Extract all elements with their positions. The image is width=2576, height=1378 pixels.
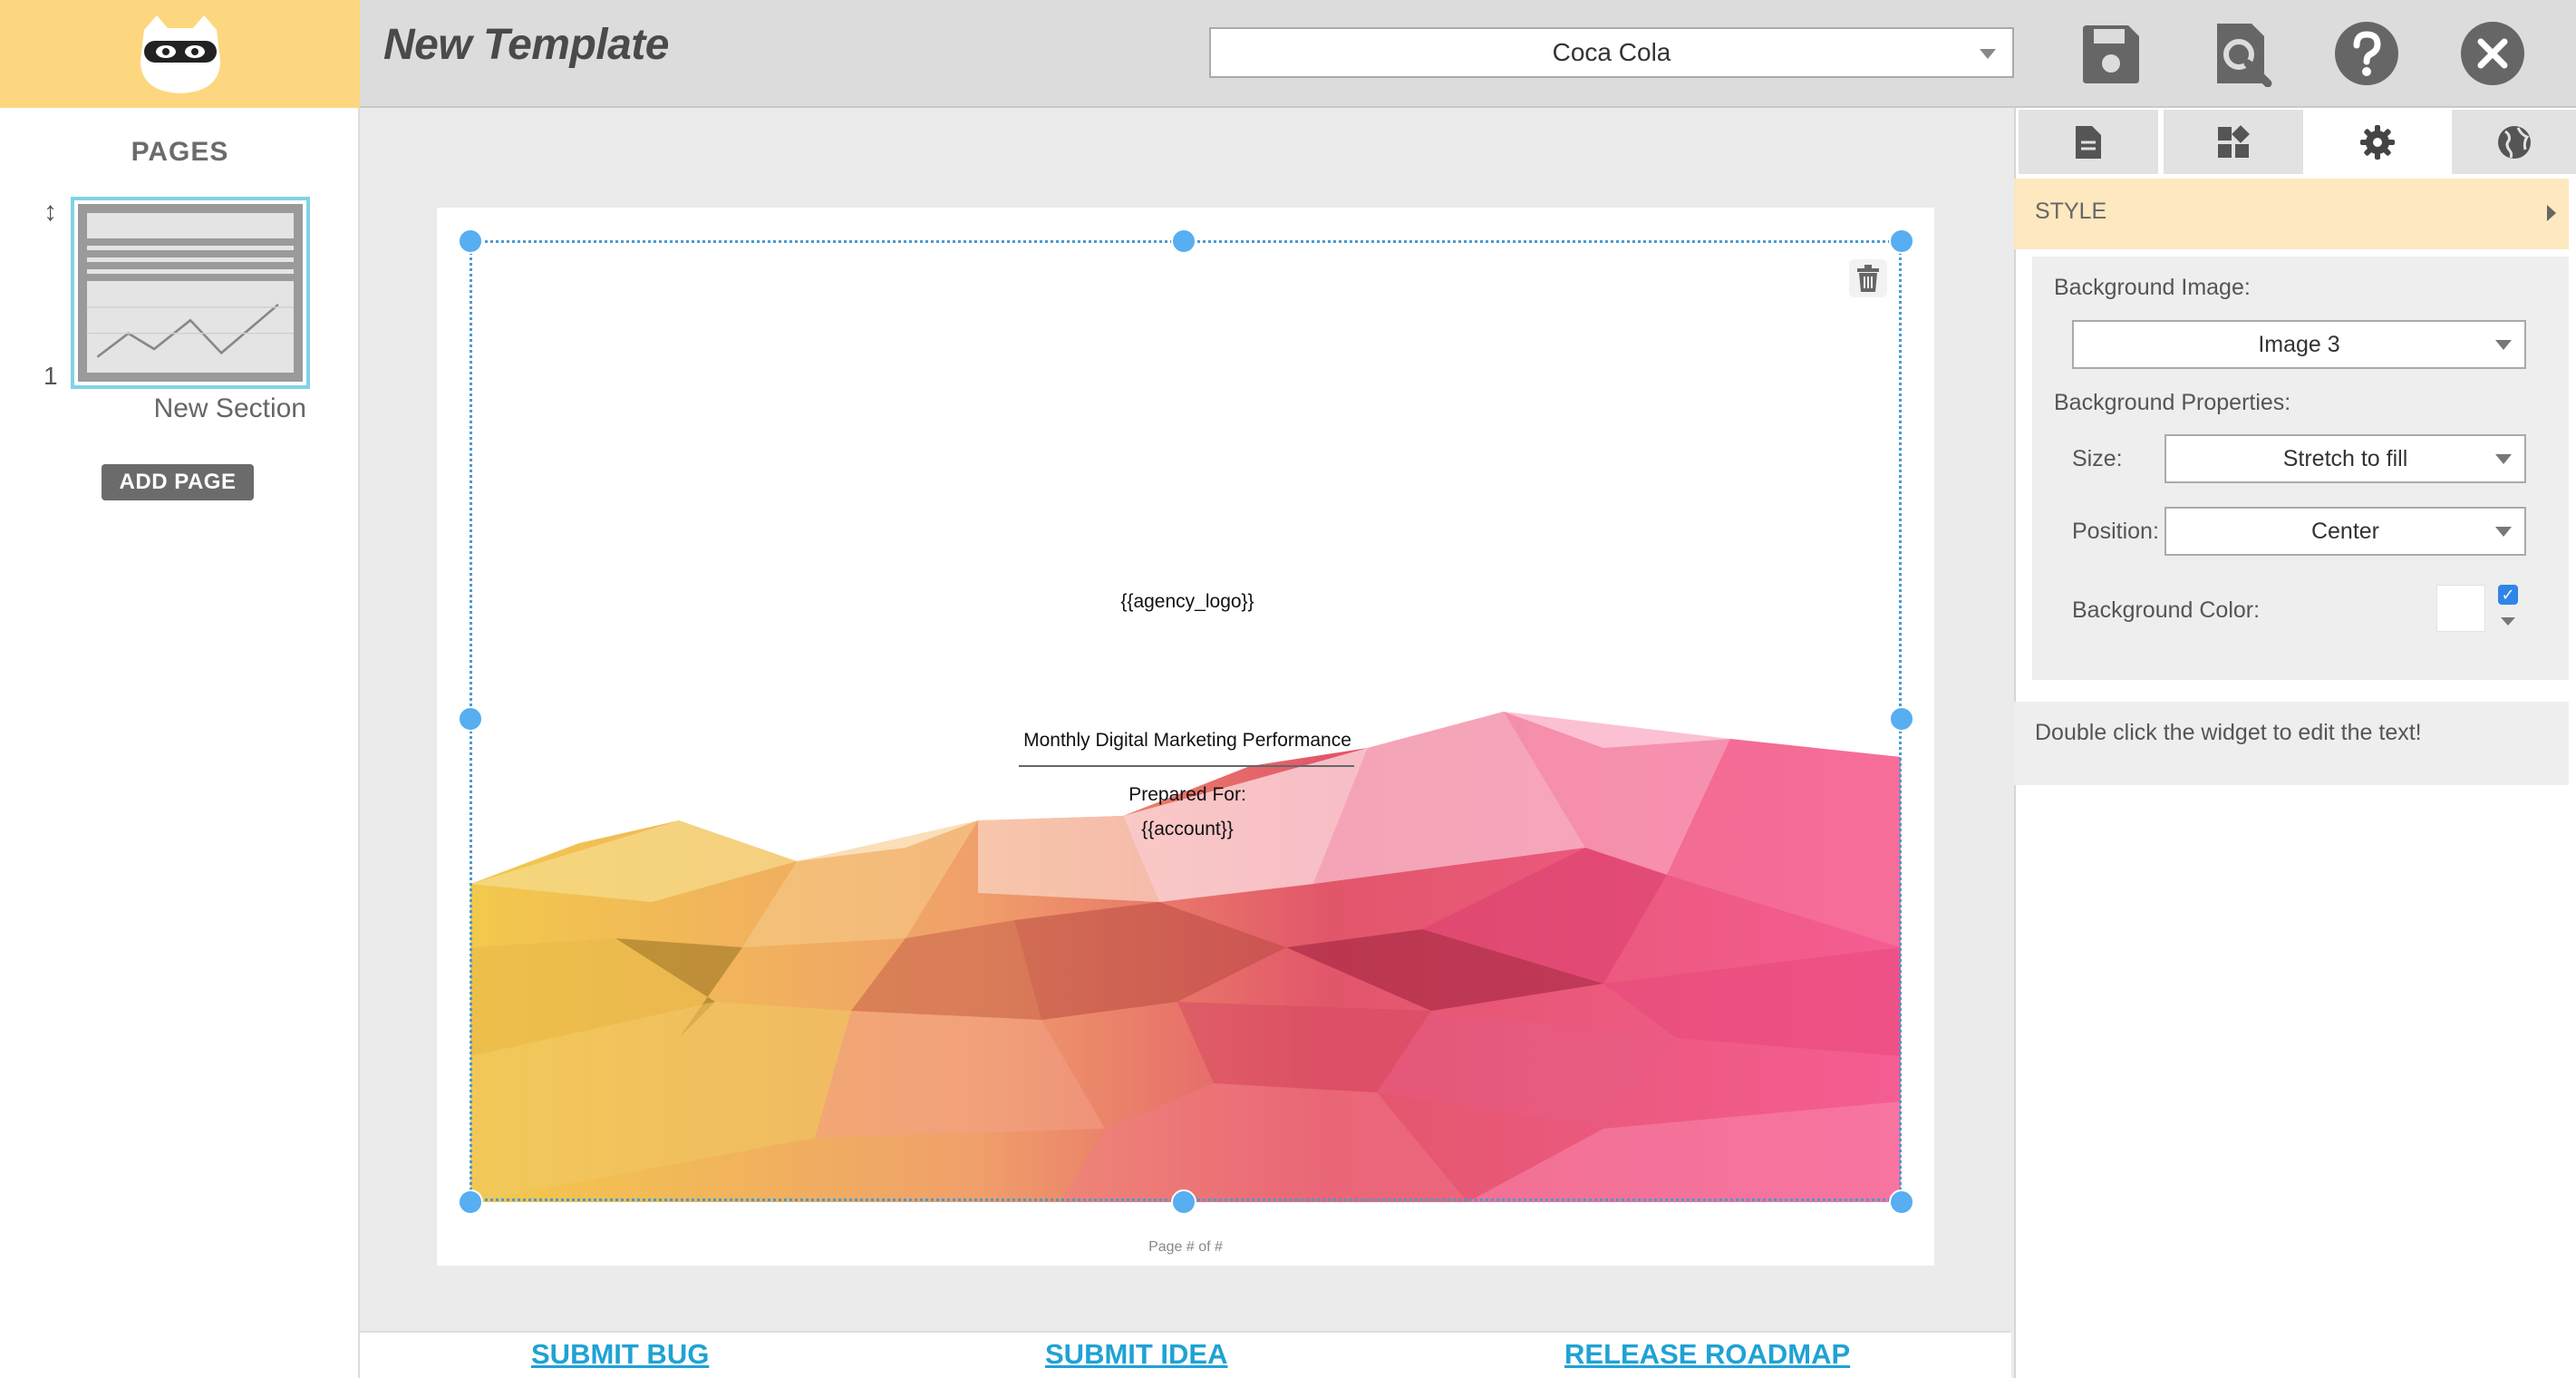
page-section-label[interactable]: New Section [0,393,306,424]
close-icon [2461,22,2524,85]
page-number: 1 [44,362,58,390]
globe-icon [2497,125,2531,159]
style-section-title: STYLE [2035,199,2107,224]
background-image-value: Image 3 [2258,331,2340,357]
save-button[interactable] [2077,20,2145,87]
close-button[interactable] [2459,20,2526,87]
account-placeholder[interactable]: {{account}} [906,819,1468,840]
preview-button[interactable] [2208,20,2275,88]
background-color-label: Background Color: [2072,597,2261,623]
chevron-down-icon [2495,454,2512,464]
ninja-cat-logo-icon [140,15,220,93]
style-section-header[interactable]: STYLE [2014,179,2569,249]
resize-handle-top-right[interactable] [1889,228,1914,254]
report-title-text[interactable]: Monthly Digital Marketing Performance [906,730,1468,752]
resize-handle-right[interactable] [1889,706,1914,732]
prepared-for-label[interactable]: Prepared For: [906,784,1468,806]
agency-logo-placeholder[interactable]: {{agency_logo}} [906,591,1468,613]
resize-handle-bottom-left[interactable] [458,1189,483,1215]
resize-handle-top[interactable] [1171,228,1196,254]
selected-widget-frame[interactable] [470,240,1902,1201]
resize-handle-bottom-right[interactable] [1889,1189,1914,1215]
size-select[interactable]: Stretch to fill [2164,434,2526,483]
submit-idea-link[interactable]: SUBMIT IDEA [1045,1338,1228,1371]
tab-page[interactable] [2019,110,2158,174]
background-properties-label: Background Properties: [2054,390,2291,415]
size-label: Size: [2072,446,2123,471]
page-number-footer: Page # of # [1148,1239,1223,1255]
thumbnail-header-bar [87,213,294,238]
help-icon [2335,22,2398,85]
resize-handle-left[interactable] [458,706,483,732]
app-logo[interactable] [0,0,360,108]
tab-settings[interactable] [2303,110,2452,174]
position-select[interactable]: Center [2164,507,2526,556]
reorder-handle-icon[interactable]: ↕ [44,197,57,228]
background-color-swatch[interactable] [2436,585,2485,632]
gear-icon [2360,124,2395,160]
page-thumbnail[interactable] [71,197,310,389]
delete-widget-button[interactable] [1849,259,1887,297]
tab-widgets[interactable] [2164,110,2303,174]
resize-handle-top-left[interactable] [458,228,483,254]
release-roadmap-link[interactable]: RELEASE ROADMAP [1564,1338,1850,1371]
size-value: Stretch to fill [2282,445,2408,471]
pages-sidebar: PAGES ↕ 1 New Section ADD PAGE [0,108,360,1378]
save-icon [2083,25,2139,83]
widgets-icon [2218,124,2250,158]
document-icon [2076,125,2101,159]
add-page-button[interactable]: ADD PAGE [102,464,254,500]
resize-handle-bottom[interactable] [1171,1189,1196,1215]
tab-globe[interactable] [2452,110,2576,174]
edit-hint-text: Double click the widget to edit the text… [2035,720,2422,745]
title-divider [1019,765,1354,767]
position-label: Position: [2072,519,2159,544]
help-button[interactable] [2333,20,2400,87]
edit-hint: Double click the widget to edit the text… [2014,702,2569,785]
chevron-down-icon [2495,340,2512,350]
thumbnail-chart [87,281,294,373]
background-image-select[interactable]: Image 3 [2072,320,2526,369]
trash-icon [1857,265,1879,292]
preview-icon [2217,24,2272,88]
template-title[interactable]: New Template [383,20,669,70]
chevron-right-icon [2547,205,2556,221]
background-color-checkbox[interactable]: ✓ [2498,585,2518,605]
submit-bug-link[interactable]: SUBMIT BUG [531,1338,709,1371]
background-image-label: Background Image: [2054,275,2251,300]
pages-title: PAGES [131,137,229,167]
client-select[interactable]: Coca Cola [1209,27,2014,78]
chevron-down-icon [2495,527,2512,537]
chevron-down-icon [1980,49,1996,59]
color-dropdown-icon[interactable] [2501,617,2515,626]
position-value: Center [2310,518,2380,544]
client-select-value: Coca Cola [1552,38,1671,66]
